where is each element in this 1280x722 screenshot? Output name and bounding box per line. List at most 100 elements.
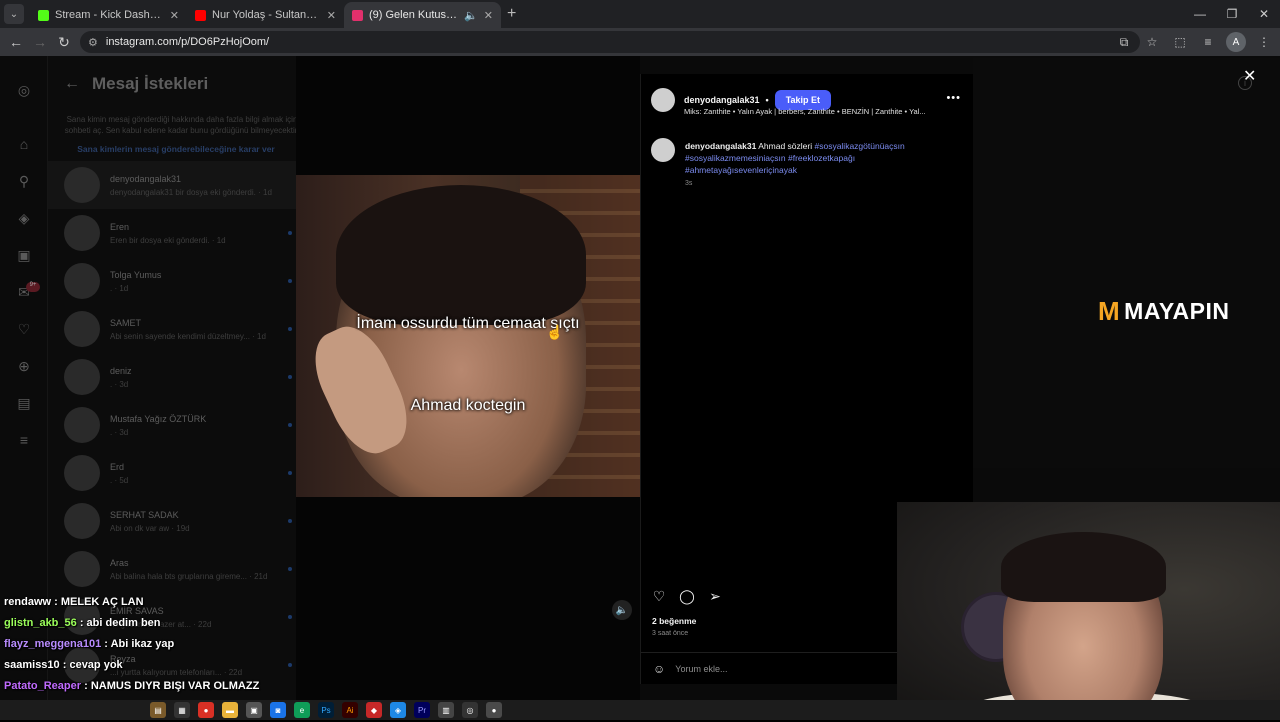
more-menu-icon[interactable]: ≡ [16,432,32,448]
url-field[interactable]: ⚙ instagram.com/p/DO6PzHojOom/ [80,31,1140,53]
request-thread[interactable]: Aras Abi balina hala bts gruplarına girem… [48,545,296,593]
music-info[interactable]: Miks: Zanthite • Yalın Ayak | berbers, Z… [684,107,926,116]
premiere-icon[interactable]: Pr [414,702,430,718]
speaker-icon[interactable]: 🔈 [464,9,478,22]
camera-app-icon[interactable]: ◙ [270,702,286,718]
chat-text: Abi ikaz yap [110,638,175,650]
caption-text: Ahmad sözleri [758,141,813,151]
thread-preview: . · 1d [110,283,129,293]
close-tab-icon[interactable]: ✕ [170,9,179,22]
request-thread[interactable]: SERHAT SADAK Abi on dk var aw · 19d [48,497,296,545]
chat-message: glistn_akb_56 : abi dedim ben [4,617,294,638]
post-video[interactable]: İmam ossurdu tüm cemaat sıçtı Ahmad koct… [296,175,640,497]
close-tab-icon[interactable]: ✕ [327,9,336,22]
close-tab-icon[interactable]: ✕ [484,9,493,22]
request-thread[interactable]: denyodangalak31 denyodangalak31 bir dosya… [48,161,296,209]
unread-dot [288,279,292,283]
profile-avatar[interactable]: A [1226,32,1246,52]
illustrator-icon[interactable]: Ai [342,702,358,718]
thread-text: SAMET Abi senin sayende kendimi düzeltmey… [110,318,266,341]
home-icon[interactable]: ⌂ [16,136,32,152]
new-tab-icon[interactable]: + [507,5,516,23]
browser-actions: ⧉ ☆ ⬚ ≡ A ⋮ [1114,32,1274,52]
caption-avatar[interactable] [651,138,675,162]
browser-menu-icon[interactable]: ⋮ [1254,32,1274,52]
search-icon[interactable]: ⚲ [16,173,32,189]
instagram-logo-icon[interactable]: ◎ [16,82,32,98]
chat-message: rendaww : MELEK AÇ LAN [4,596,294,617]
tab-title: Nur Yoldaş - Sultan-ı Yegâh (Of [212,9,321,21]
thread-name: denyodangalak31 [110,173,182,184]
explore-icon[interactable]: ◈ [16,210,32,226]
mute-toggle-icon[interactable]: 🔈 [612,600,632,620]
modal-backdrop-right [973,58,1280,468]
edge-icon[interactable]: e [294,702,310,718]
more-options-icon[interactable]: ••• [946,92,961,104]
tab-instagram[interactable]: (9) Gelen Kutusu • Sohbetle 🔈 ✕ [344,2,501,28]
thread-preview: Abi balina hala bts gruplarına gireme...… [110,571,268,581]
store-icon[interactable]: ▣ [246,702,262,718]
chrome-active-icon[interactable]: ● [486,702,502,718]
like-count[interactable]: 2 beğenme [652,616,696,626]
like-heart-icon[interactable]: ♡ [651,588,667,604]
news-widget-icon[interactable]: ▤ [150,702,166,718]
app-grey-icon[interactable]: ▥ [438,702,454,718]
requests-settings-link[interactable]: Sana kimlerin mesaj gönderebileceğine ka… [58,144,294,154]
notifications-heart-icon[interactable]: ♡ [16,321,32,337]
thread-avatar [64,503,100,539]
request-thread[interactable]: Erd . · 5d [48,449,296,497]
back-arrow-icon[interactable]: ← [64,75,80,93]
caption-username[interactable]: denyodangalak31 [685,141,756,151]
comment-icon[interactable]: ◯ [679,588,695,604]
comment-input[interactable]: Yorum ekle... [675,664,727,674]
extensions-icon[interactable]: ⬚ [1170,32,1190,52]
app-blue-icon[interactable]: ◈ [390,702,406,718]
request-thread[interactable]: Mustafa Yağız ÖZTÜRK . · 3d [48,401,296,449]
reload-icon[interactable]: ↻ [52,34,76,51]
photoshop-icon[interactable]: Ps [318,702,334,718]
chat-username: rendaww [4,596,52,608]
chat-separator: : [76,617,87,629]
create-icon[interactable]: ⊕ [16,358,32,374]
site-info-icon[interactable]: ⚙ [88,36,98,49]
request-thread[interactable]: Eren Eren bir dosya eki gönderdi. · 1d [48,209,296,257]
back-icon[interactable]: ← [4,34,28,50]
chat-separator: : [101,638,111,650]
install-app-icon[interactable]: ⧉ [1114,32,1134,52]
chat-message: saamiss10 : cevap yok [4,659,294,680]
dashboard-icon[interactable]: ▤ [16,395,32,411]
file-explorer-icon[interactable]: ▬ [222,702,238,718]
thread-text: deniz . · 3d [110,366,132,389]
tab-kick[interactable]: Stream - Kick Dashboard ✕ [30,2,187,28]
thread-name: Mustafa Yağız ÖZTÜRK [110,413,207,424]
request-thread[interactable]: deniz . · 3d [48,353,296,401]
restore-icon[interactable]: ❐ [1216,0,1248,28]
task-view-icon[interactable]: ▦ [174,702,190,718]
request-thread[interactable]: SAMET Abi senin sayende kendimi düzeltmey… [48,305,296,353]
chrome-icon[interactable]: ● [198,702,214,718]
chat-text: MELEK AÇ LAN [60,596,144,608]
tab-youtube[interactable]: Nur Yoldaş - Sultan-ı Yegâh (Of ✕ [187,2,344,28]
minimize-icon[interactable]: — [1184,0,1216,28]
bookmark-star-icon[interactable]: ☆ [1142,32,1162,52]
request-thread[interactable]: Tolga Yumus . · 1d [48,257,296,305]
close-modal-icon[interactable]: ✕ [1243,66,1256,86]
app-red-icon[interactable]: ◆ [366,702,382,718]
thread-name: Tolga Yumus [110,269,162,280]
media-controls-icon[interactable]: ≡ [1198,32,1218,52]
reels-icon[interactable]: ▣ [16,247,32,263]
chat-text: abi dedim ben [86,617,161,629]
author-username[interactable]: denyodangalak31 [684,95,760,105]
author-avatar[interactable] [651,88,675,112]
share-send-icon[interactable]: ➢ [707,588,723,604]
chat-text: NAMUS DIYR BIŞI VAR OLMAZZ [90,680,260,692]
close-window-icon[interactable]: ✕ [1248,0,1280,28]
tab-search-icon[interactable]: ⌄ [4,4,24,24]
thread-avatar [64,551,100,587]
obs-icon[interactable]: ◎ [462,702,478,718]
browser-tabbar: ⌄ Stream - Kick Dashboard ✕ Nur Yoldaş -… [0,0,1280,28]
logo-text: MAYAPIN [1124,298,1230,324]
unread-dot [288,519,292,523]
forward-icon[interactable]: → [28,34,52,50]
emoji-icon[interactable]: ☺ [653,662,665,676]
